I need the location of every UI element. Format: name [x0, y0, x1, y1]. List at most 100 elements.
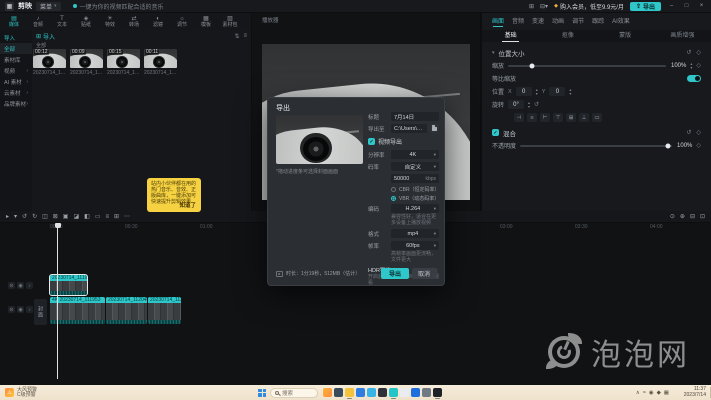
vbr-radio-row[interactable]: VBR（动态码率）	[368, 195, 439, 202]
uniform-scale-toggle[interactable]	[687, 75, 701, 82]
align-icon[interactable]: ▭	[592, 113, 602, 122]
align-icon[interactable]: ⊞	[566, 113, 576, 122]
tray-icon[interactable]: ∧	[636, 390, 640, 396]
keyframe-icon[interactable]: ◇	[696, 142, 701, 149]
mirror-icon[interactable]: ◧	[84, 213, 90, 220]
media-clip[interactable]: 00:09 20230714_112048.mp4	[70, 49, 103, 76]
ribbon-tab[interactable]: ♪ 音频	[26, 16, 50, 28]
path-input[interactable]: C:\Users\Wu\Videos\…	[391, 124, 427, 133]
dialog-cancel-button[interactable]: 取消	[412, 268, 436, 279]
timeline-tool-icon[interactable]: ▸	[6, 213, 9, 220]
crop-icon[interactable]: ▭	[95, 213, 101, 220]
start-button[interactable]	[258, 389, 266, 397]
reset-icon[interactable]: ↺	[686, 129, 691, 136]
ribbon-tab[interactable]: ◐ 滤镜	[146, 16, 170, 28]
timeline-view-icon[interactable]: ⊕	[680, 213, 685, 220]
fps-select[interactable]: 60fps▾	[391, 241, 439, 250]
taskbar-app-icon[interactable]	[355, 386, 366, 399]
taskbar-app-icon[interactable]	[377, 386, 388, 399]
inspector-tab[interactable]: 跟踪	[592, 16, 604, 25]
inspector-tab[interactable]: 动画	[552, 16, 564, 25]
bitrate-value-input[interactable]: 50000kbps	[391, 174, 439, 183]
blend-section[interactable]: ✓ 混合 ↺ ◇	[482, 126, 711, 139]
align-icon[interactable]: ≡	[527, 113, 537, 122]
codec-select[interactable]: H.264▾	[391, 204, 439, 213]
split-icon[interactable]: ◫	[42, 213, 48, 220]
ribbon-tab[interactable]: ☀ 特效	[98, 16, 122, 28]
scale-slider[interactable]	[508, 65, 666, 67]
ribbon-tab[interactable]: ⇄ 转场	[122, 16, 146, 28]
resolution-select[interactable]: 4K▾	[391, 150, 439, 159]
timeline-clip[interactable]: 20230714_112233	[148, 297, 181, 324]
grid-icon[interactable]: ⊞	[114, 213, 119, 220]
delete-icon[interactable]: ⊠	[53, 213, 58, 220]
reverse-icon[interactable]: ◪	[73, 213, 79, 220]
inspector-subtab[interactable]: 抠像	[539, 30, 596, 42]
align-icon[interactable]: ⊢	[540, 113, 550, 122]
media-clip[interactable]: 00:15 20230714_112233.mp4	[107, 49, 140, 76]
ribbon-tab[interactable]: T 文本	[50, 16, 74, 28]
tray-icon[interactable]: ▦	[664, 390, 669, 396]
align-icon[interactable]: ⊤	[553, 113, 563, 122]
reset-icon[interactable]: ↺	[686, 49, 691, 56]
export-preview[interactable]	[276, 115, 363, 164]
lock-icon[interactable]: ⊘	[8, 306, 15, 313]
keyframe-icon[interactable]: ◇	[696, 62, 701, 69]
freeze-icon[interactable]: ▣	[63, 213, 69, 220]
position-x-input[interactable]: 0	[516, 87, 532, 96]
timeline-clip-selected[interactable]: 20230714_111953.mp4	[50, 275, 87, 295]
sidebar-item[interactable]: 全部	[0, 43, 32, 54]
taskbar-app-icon[interactable]	[322, 386, 333, 399]
media-clip[interactable]: 00:11 20230714_112410.mp4	[144, 49, 177, 76]
playhead[interactable]	[57, 223, 58, 379]
inspector-tab[interactable]: 变速	[532, 16, 544, 25]
redo-icon[interactable]: ↻	[32, 213, 37, 220]
taskbar-app-icon[interactable]	[344, 386, 355, 399]
sidebar-item[interactable]: 品牌素材 ›	[0, 98, 32, 109]
name-input[interactable]: 7月14日	[391, 112, 439, 121]
lock-icon[interactable]: ⊘	[8, 282, 15, 289]
position-size-section[interactable]: ▾ 位置大小 ↺ ◇	[482, 46, 711, 59]
opacity-slider[interactable]	[520, 145, 672, 147]
reset-icon[interactable]: ↺	[534, 101, 539, 108]
inspector-tab[interactable]: 音频	[512, 16, 524, 25]
ribbon-tab[interactable]: ▦ 模板	[194, 16, 218, 28]
mute-icon[interactable]: ♪	[26, 282, 33, 289]
inspector-subtab[interactable]: 画质增强	[654, 30, 711, 42]
taskbar-app-icon[interactable]	[388, 386, 399, 399]
inspector-subtab[interactable]: 基础	[482, 30, 539, 42]
timeline-view-icon[interactable]: ⊟	[690, 213, 695, 220]
taskbar-clock[interactable]: 11:37 2023/7/14	[684, 387, 706, 398]
layout-icon[interactable]: ⊞	[529, 3, 534, 10]
visibility-icon[interactable]: ◉	[17, 306, 24, 313]
taskbar-app-icon[interactable]	[432, 386, 443, 399]
taskbar-app-icon[interactable]	[410, 386, 421, 399]
sidebar-item[interactable]: AI 素材 ›	[0, 76, 32, 87]
inspector-subtab[interactable]: 蒙版	[597, 30, 654, 42]
close-button[interactable]: ×	[697, 3, 706, 9]
blend-checkbox[interactable]: ✓	[492, 129, 499, 136]
vip-banner[interactable]: ◆ 购入会员，低至9.9元/月	[554, 2, 624, 11]
taskbar-app-icon[interactable]	[421, 386, 432, 399]
maximize-button[interactable]: □	[682, 3, 691, 9]
minimize-button[interactable]: –	[667, 3, 676, 9]
timeline-view-icon[interactable]: ⊡	[700, 213, 705, 220]
taskbar-app-icon[interactable]	[399, 386, 410, 399]
rotate-input[interactable]: 0°	[508, 100, 524, 109]
sidebar-item[interactable]: 视频 ›	[0, 65, 32, 76]
tracks-icon[interactable]: ≡	[105, 214, 109, 220]
inspector-tab[interactable]: AI效果	[612, 16, 630, 25]
timeline-view-icon[interactable]: ⊙	[670, 213, 675, 220]
inspector-tab[interactable]: 画面	[492, 16, 504, 25]
ribbon-tab[interactable]: ▤ 媒体	[2, 16, 26, 28]
position-y-input[interactable]: 0	[549, 87, 565, 96]
mute-icon[interactable]: ♪	[26, 306, 33, 313]
list-view-icon[interactable]: ≡	[243, 33, 247, 40]
export-button[interactable]: ⇪ 导出	[630, 2, 661, 11]
tray-icon[interactable]: ≈	[643, 390, 646, 396]
undo-icon[interactable]: ↺	[22, 213, 27, 220]
browse-folder-button[interactable]	[430, 124, 439, 133]
titlebar-tip[interactable]: 一键为你的视频匹配合适的音乐	[73, 2, 164, 11]
tooltip-dismiss-button[interactable]: 知道了	[179, 201, 196, 209]
taskbar-app-icon[interactable]	[366, 386, 377, 399]
